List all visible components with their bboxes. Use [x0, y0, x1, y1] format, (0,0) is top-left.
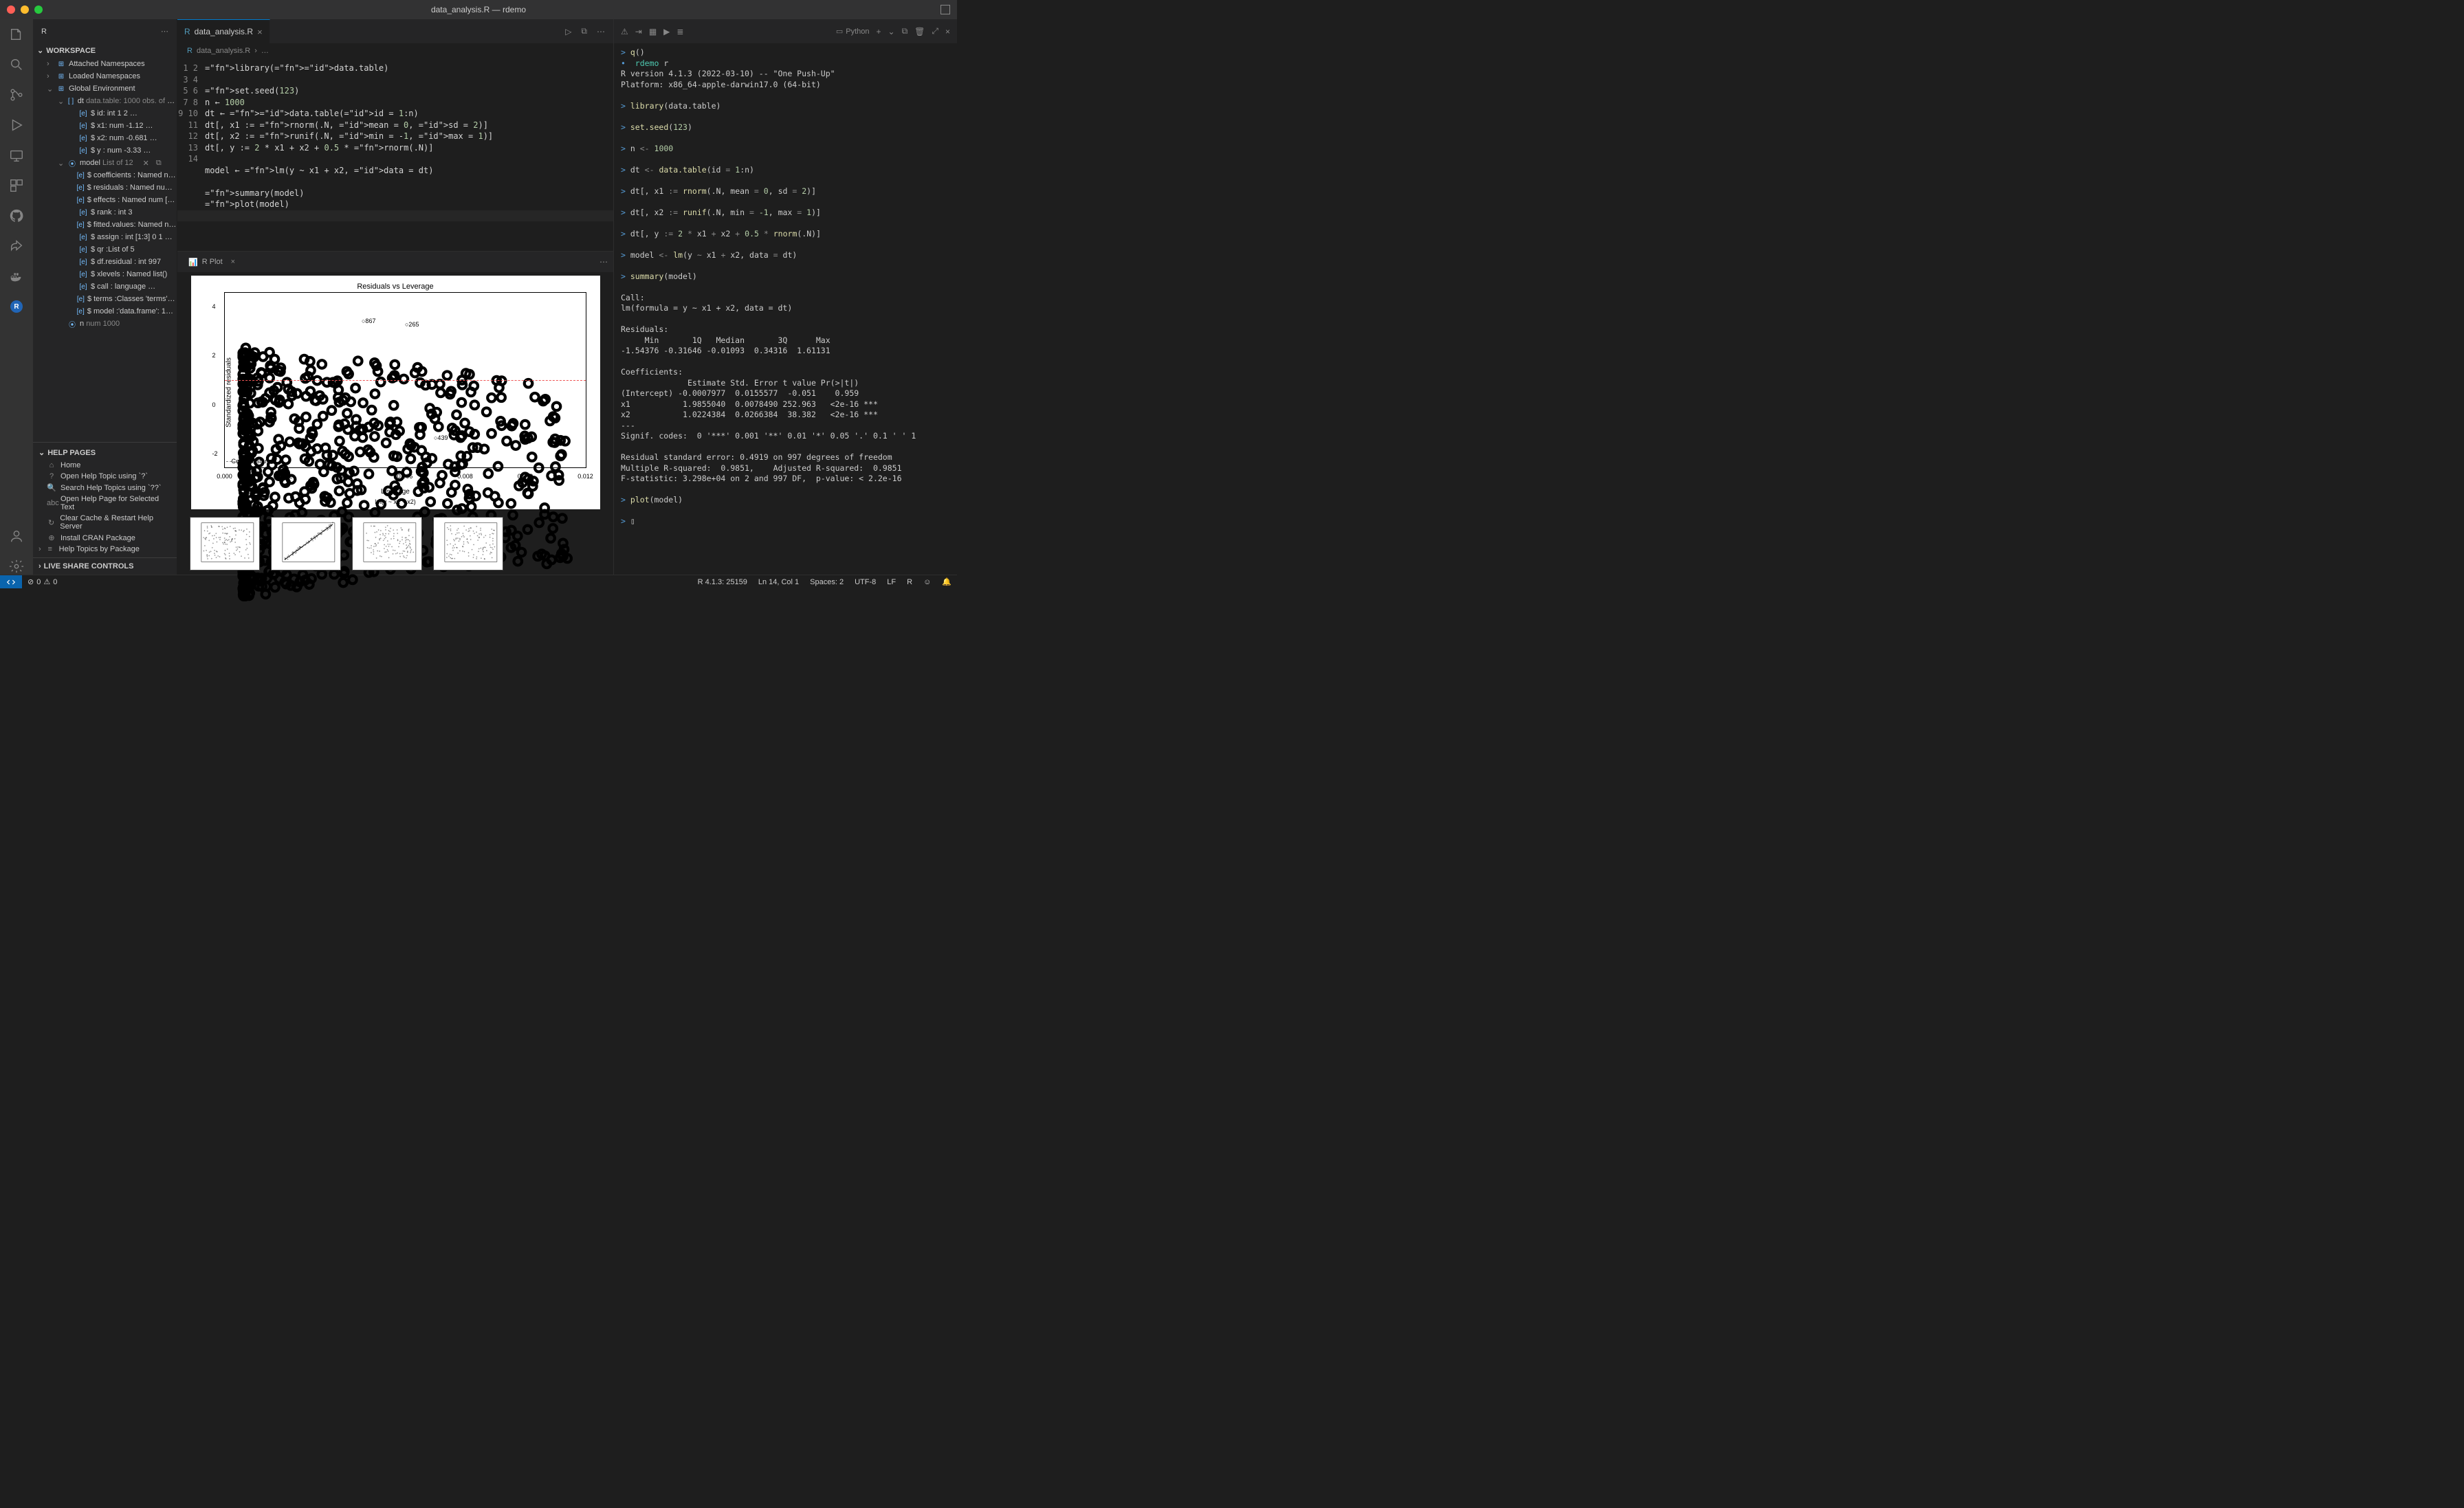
run-debug-icon[interactable] [8, 117, 25, 133]
tree-item[interactable]: [e]$ y : num -3.33 … [33, 144, 177, 157]
var-dt[interactable]: ⌄[ ]dt data.table: 1000 obs. of 4 varia… [33, 95, 177, 107]
source-control-icon[interactable] [8, 87, 25, 103]
plot-more-icon[interactable]: ⋯ [600, 257, 608, 267]
status-spaces[interactable]: Spaces: 2 [804, 577, 849, 586]
terminal-panel: ⚠ ⇥ ▦ ▶ ≣ ▭ Python + ⌄ ⧉ 🗑 ⤢ × > q() • r… [613, 19, 957, 575]
help-item[interactable]: 🔍Search Help Topics using `??` [33, 482, 177, 494]
status-errors[interactable]: ⊘ 0 ⚠ 0 [22, 577, 63, 586]
terminal-output[interactable]: > q() • rdemo r R version 4.1.3 (2022-03… [614, 43, 957, 575]
close-term-icon[interactable]: × [945, 27, 950, 36]
plot-sublabel: lm(y ~ x1 + x2) [191, 498, 600, 505]
tree-item[interactable]: [e]$ model :'data.frame': 1000 obs. … [33, 305, 177, 318]
window-zoom[interactable] [34, 5, 43, 14]
status-feedback[interactable]: ☺ [918, 577, 936, 586]
tree-item[interactable]: [e]$ x2: num -0.681 … [33, 132, 177, 144]
help-pages-header[interactable]: HELP PAGES [47, 449, 96, 457]
extensions-icon[interactable] [8, 177, 25, 194]
window-title: data_analysis.R — rdemo [431, 5, 526, 14]
window-close[interactable] [7, 5, 15, 14]
var-model[interactable]: ⌄⦿model List of 12✕⧉ [33, 157, 177, 169]
live-share-controls[interactable]: LIVE SHARE CONTROLS [44, 562, 134, 570]
tree-item[interactable]: [e]$ coefficients : Named num [1:3]… [33, 169, 177, 181]
tree-item[interactable]: [e]$ xlevels : Named list() [33, 268, 177, 280]
plot-thumb-4[interactable] [433, 517, 503, 570]
plot-xlabel: Leverage [191, 488, 600, 496]
share-icon[interactable] [8, 238, 25, 254]
tree-item[interactable]: [e]$ assign : int [1:3] 0 1 … [33, 231, 177, 243]
maximize-icon[interactable]: ⤢ [932, 26, 938, 36]
trash-icon[interactable]: 🗑 [914, 27, 925, 36]
tab-data-analysis[interactable]: R data_analysis.R × [177, 19, 270, 43]
grid-icon[interactable]: ▦ [649, 27, 657, 36]
split-editor-icon[interactable]: ⧉ [581, 26, 587, 36]
titlebar: data_analysis.R — rdemo [0, 0, 957, 19]
list-icon[interactable]: ≣ [676, 27, 683, 36]
settings-gear-icon[interactable] [8, 558, 25, 575]
global-environment[interactable]: ⌄⊞Global Environment [33, 82, 177, 95]
workspace-section[interactable]: WORKSPACE [46, 47, 96, 55]
tree-item[interactable]: [e]$ call : language … [33, 280, 177, 293]
status-eol[interactable]: LF [881, 577, 901, 586]
run-icon[interactable]: ▷ [565, 27, 571, 36]
status-bell[interactable]: 🔔 [936, 577, 957, 586]
warning-icon[interactable]: ⚠ [621, 27, 628, 36]
plot-tab-close-icon[interactable]: × [231, 258, 235, 266]
github-icon[interactable] [8, 208, 25, 224]
docker-icon[interactable] [8, 268, 25, 285]
status-cursor[interactable]: Ln 14, Col 1 [753, 577, 804, 586]
sidebar: R ⋯ ⌄WORKSPACE ›⊞Attached Namespaces ›⊞L… [33, 19, 177, 575]
var-n[interactable]: ⦿n num 1000 [33, 318, 177, 330]
status-r-version[interactable]: R 4.1.3: 25159 [692, 577, 753, 586]
sidebar-view-title: R [41, 27, 47, 36]
editor-tabs: R data_analysis.R × ▷ ⧉ ⋯ [177, 19, 613, 43]
r-plot-tab[interactable]: 📊R Plot× [183, 255, 241, 269]
explorer-icon[interactable] [8, 26, 25, 43]
terminal-kernel[interactable]: ▭ Python [836, 27, 870, 36]
tree-item[interactable]: [e]$ id: int 1 2 … [33, 107, 177, 120]
tree-item[interactable]: [e]$ residuals : Named num [1:1000… [33, 181, 177, 194]
editor-more-icon[interactable]: ⋯ [597, 27, 605, 36]
step-icon[interactable]: ⇥ [635, 27, 642, 36]
plot-thumb-1[interactable] [190, 517, 260, 570]
breadcrumb-file[interactable]: data_analysis.R [197, 47, 250, 55]
loaded-namespaces[interactable]: ›⊞Loaded Namespaces [33, 70, 177, 82]
code-editor[interactable]: 1 2 3 4 5 6 7 8 9 10 11 12 13 14 ="fn">l… [177, 58, 613, 251]
status-lang[interactable]: R [901, 577, 918, 586]
window-minimize[interactable] [21, 5, 29, 14]
help-item[interactable]: ⊕Install CRAN Package [33, 532, 177, 544]
help-item[interactable]: ↻Clear Cache & Restart Help Server [33, 513, 177, 532]
sidebar-more-icon[interactable]: ⋯ [161, 27, 168, 36]
chevron-down-icon[interactable]: ⌄ [888, 27, 895, 36]
help-item[interactable]: ?Open Help Topic using `?` [33, 471, 177, 482]
help-item[interactable]: ›≡Help Topics by Package [33, 544, 177, 555]
tree-item[interactable]: [e]$ qr :List of 5 [33, 243, 177, 256]
add-terminal-icon[interactable]: + [876, 27, 881, 36]
tree-item[interactable]: [e]$ x1: num -1.12 … [33, 120, 177, 132]
status-encoding[interactable]: UTF-8 [849, 577, 881, 586]
remote-indicator[interactable] [0, 575, 22, 588]
plot-title: Residuals vs Leverage [191, 282, 600, 291]
plot-thumb-2[interactable] [271, 517, 341, 570]
tree-item[interactable]: [e]$ terms :Classes 'terms', 'formul… [33, 293, 177, 305]
tree-item[interactable]: [e]$ effects : Named num [1:1000] -… [33, 194, 177, 206]
remote-explorer-icon[interactable] [8, 147, 25, 164]
split-term-icon[interactable]: ⧉ [902, 26, 908, 36]
run-term-icon[interactable]: ▶ [663, 27, 670, 36]
activity-bar: R [0, 19, 33, 575]
search-icon[interactable] [8, 56, 25, 73]
close-icon[interactable]: ✕ [143, 159, 149, 168]
tree-item[interactable]: [e]$ rank : int 3 [33, 206, 177, 219]
tab-label: data_analysis.R [195, 27, 253, 36]
r-extension-icon[interactable]: R [8, 298, 25, 315]
tree-item[interactable]: [e]$ fitted.values: Named num [1:10… [33, 219, 177, 231]
help-item[interactable]: abcOpen Help Page for Selected Text [33, 494, 177, 513]
plot-image: Residuals vs Leverage Standardized resid… [191, 276, 600, 509]
help-item[interactable]: ⌂Home [33, 460, 177, 471]
tree-item[interactable]: [e]$ df.residual : int 997 [33, 256, 177, 268]
layout-icon[interactable] [940, 5, 950, 14]
account-icon[interactable] [8, 528, 25, 544]
plot-thumb-3[interactable] [352, 517, 422, 570]
tab-close-icon[interactable]: × [257, 27, 263, 37]
attached-namespaces[interactable]: ›⊞Attached Namespaces [33, 58, 177, 70]
